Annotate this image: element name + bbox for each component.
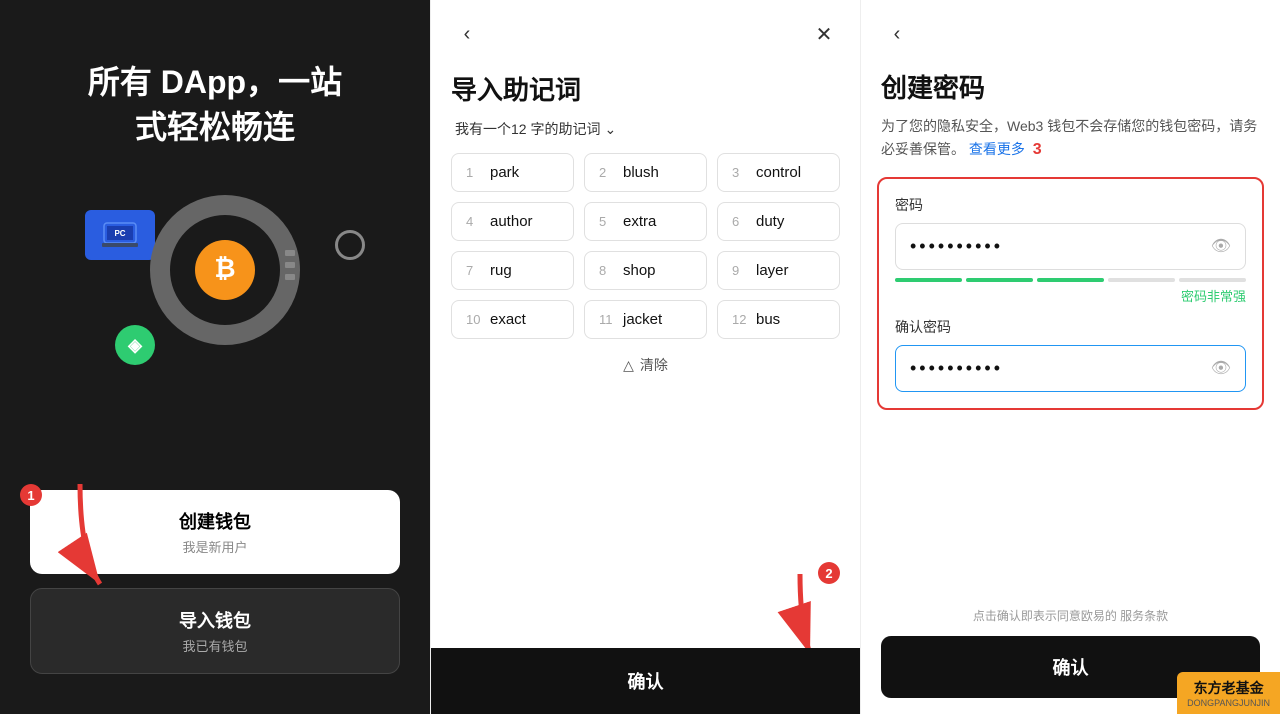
strength-seg-4 xyxy=(1108,278,1175,282)
panel-create-password: ‹ 创建密码 为了您的隐私安全，Web3 钱包不会存储您的钱包密码，请务必妥善保… xyxy=(860,0,1280,714)
step-label-3: 3 xyxy=(1033,141,1042,158)
mnemonic-word-cell[interactable]: 7rug xyxy=(451,251,574,290)
password-dots: •••••••••• xyxy=(910,236,1211,257)
wallet-buttons: 创建钱包 我是新用户 导入钱包 我已有钱包 xyxy=(30,490,400,674)
strength-seg-5 xyxy=(1179,278,1246,282)
confirm-eye-icon[interactable]: 👁 xyxy=(1211,358,1231,378)
import-wallet-label: 导入钱包 xyxy=(49,607,381,633)
back-icon[interactable]: ‹ xyxy=(451,18,483,50)
mnemonic-word-cell[interactable]: 12bus xyxy=(717,300,840,339)
panel2-confirm-button[interactable]: 确认 xyxy=(431,648,860,714)
confirm-password-input-wrap[interactable]: •••••••••• 👁 xyxy=(895,345,1246,392)
read-more-link[interactable]: 查看更多 xyxy=(969,141,1025,157)
create-wallet-label: 创建钱包 xyxy=(48,508,382,534)
mnemonic-word-cell[interactable]: 4author xyxy=(451,202,574,241)
password-label: 密码 xyxy=(895,195,1246,215)
create-wallet-button[interactable]: 创建钱包 我是新用户 xyxy=(30,490,400,574)
panel3-header: ‹ xyxy=(861,0,1280,60)
password-section: 密码 •••••••••• 👁 密码非常强 确认密码 •••••••••• 👁 xyxy=(877,177,1264,410)
mnemonic-word-cell[interactable]: 3control xyxy=(717,153,840,192)
svg-text:PC: PC xyxy=(114,229,125,238)
mnemonic-word-cell[interactable]: 10exact xyxy=(451,300,574,339)
mnemonic-count-selector[interactable]: 我有一个12 字的助记词 ⌄ xyxy=(431,113,860,153)
panel3-title: 创建密码 xyxy=(861,60,1280,111)
panel-import-mnemonic: ‹ ✕ 导入助记词 我有一个12 字的助记词 ⌄ 1park 2blush 3con… xyxy=(430,0,860,714)
panel-wallet-intro: 所有 DApp，一站 式轻松畅连 PC xyxy=(0,0,430,714)
panel2-title: 导入助记词 xyxy=(431,60,860,113)
coin-icon: ◈ xyxy=(115,325,155,365)
intro-title: 所有 DApp，一站 式轻松畅连 xyxy=(0,60,430,150)
step-label-2: 2 xyxy=(818,562,840,584)
watermark-sub: DONGPANGJUNJIN xyxy=(1187,698,1270,708)
mnemonic-word-cell[interactable]: 6duty xyxy=(717,202,840,241)
password-input-wrap[interactable]: •••••••••• 👁 xyxy=(895,223,1246,270)
strength-label: 密码非常强 xyxy=(895,286,1246,305)
import-wallet-sublabel: 我已有钱包 xyxy=(49,636,381,655)
watermark-main: 东方老基金 xyxy=(1194,678,1264,698)
strength-bar xyxy=(895,278,1246,282)
mnemonic-word-grid: 1park 2blush 3control 4author 5extra 6duty 7ru… xyxy=(431,153,860,339)
mnemonic-word-cell[interactable]: 1park xyxy=(451,153,574,192)
panel3-desc: 为了您的隐私安全，Web3 钱包不会存储您的钱包密码，请务必妥善保管。 查看更多… xyxy=(861,111,1280,177)
confirm-password-dots: •••••••••• xyxy=(910,358,1211,379)
device-illustration: PC ₿ ◈ xyxy=(45,160,385,380)
mnemonic-word-cell[interactable]: 9layer xyxy=(717,251,840,290)
mnemonic-word-cell[interactable]: 5extra xyxy=(584,202,707,241)
svg-text:◈: ◈ xyxy=(127,335,143,355)
strength-seg-2 xyxy=(966,278,1033,282)
clear-button[interactable]: △ 清除 xyxy=(623,355,668,375)
panel2-header: ‹ ✕ xyxy=(431,0,860,60)
mnemonic-word-cell[interactable]: 2blush xyxy=(584,153,707,192)
mnemonic-word-cell[interactable]: 11jacket xyxy=(584,300,707,339)
svg-text:₿: ₿ xyxy=(214,253,235,283)
close-icon[interactable]: ✕ xyxy=(808,18,840,50)
strength-seg-3 xyxy=(1037,278,1104,282)
confirm-password-label: 确认密码 xyxy=(895,317,1246,337)
terms-text: 点击确认即表示同意欧易的 服务条款 xyxy=(881,607,1260,624)
eye-icon[interactable]: 👁 xyxy=(1211,236,1231,256)
watermark: 东方老基金 DONGPANGJUNJIN xyxy=(1177,672,1280,714)
import-wallet-button[interactable]: 导入钱包 我已有钱包 xyxy=(30,588,400,674)
strength-seg-1 xyxy=(895,278,962,282)
panel3-back-icon[interactable]: ‹ xyxy=(881,18,913,50)
mnemonic-word-cell[interactable]: 8shop xyxy=(584,251,707,290)
create-wallet-sublabel: 我是新用户 xyxy=(48,537,382,556)
